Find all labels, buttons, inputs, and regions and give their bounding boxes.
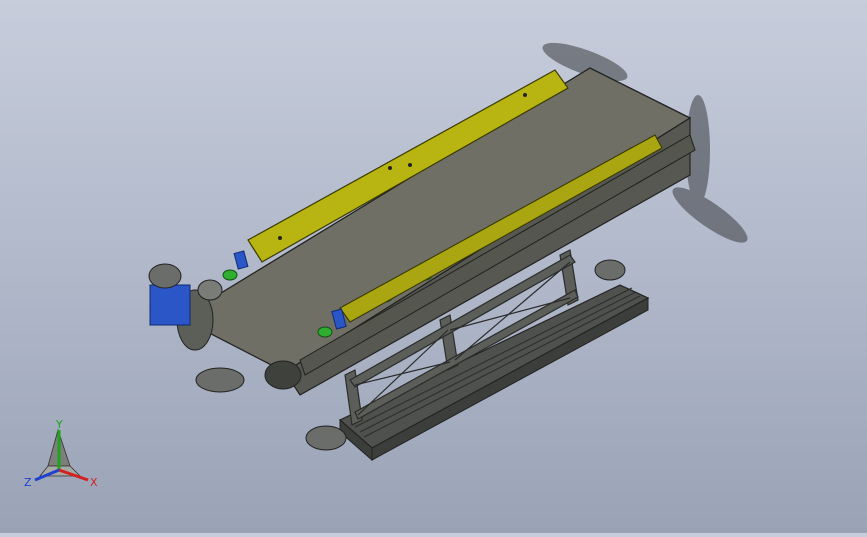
y-axis-label: Y: [55, 418, 63, 431]
x-axis-label: X: [90, 476, 98, 489]
cad-viewport[interactable]: Y X Z: [0, 0, 867, 533]
conveyor-belt: [176, 67, 692, 396]
z-axis-label: Z: [24, 476, 32, 489]
axis-triad: Y X Z: [24, 418, 98, 489]
conveyor-model[interactable]: [0, 0, 867, 533]
